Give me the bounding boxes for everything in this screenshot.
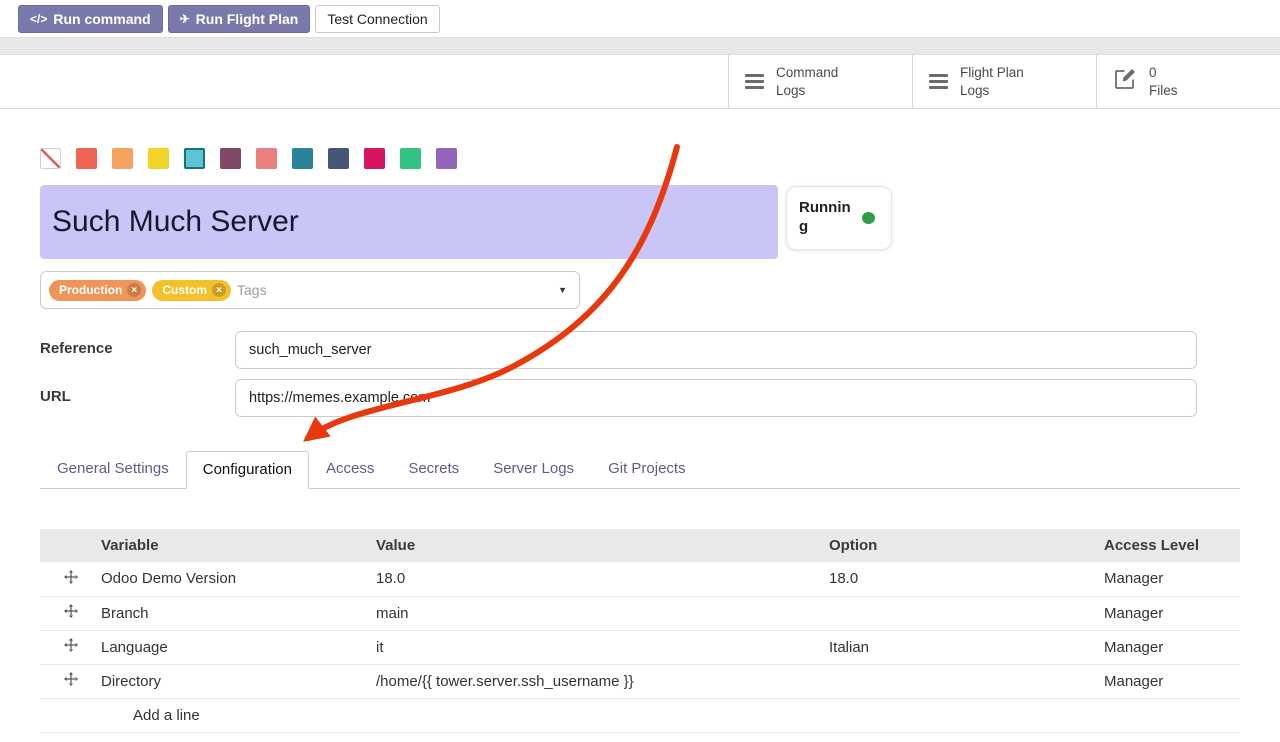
- drag-handle-icon[interactable]: [40, 596, 93, 630]
- color-swatch-red[interactable]: [76, 148, 97, 169]
- cell-value: it: [368, 630, 821, 664]
- color-picker: [40, 148, 1240, 169]
- status-card[interactable]: Running: [786, 186, 892, 250]
- cell-variable: Odoo Demo Version: [93, 562, 368, 596]
- color-swatch-cyan-selected[interactable]: [184, 148, 205, 169]
- tag-custom-label: Custom: [162, 283, 207, 297]
- plane-icon: ✈: [180, 12, 190, 26]
- column-header-value: Value: [368, 529, 821, 562]
- variables-table: Variable Value Option Access Level Odoo …: [40, 529, 1240, 733]
- code-icon: </>: [30, 12, 47, 26]
- run-command-label: Run command: [53, 11, 150, 27]
- remove-tag-icon[interactable]: ×: [127, 283, 141, 297]
- url-input[interactable]: https://memes.example.com: [235, 379, 1197, 417]
- tag-production-label: Production: [59, 283, 122, 297]
- cell-option: [821, 596, 1096, 630]
- flight-plan-logs-label: Flight Plan Logs: [960, 64, 1024, 99]
- title-row: Such Much Server Running: [40, 185, 1240, 259]
- color-swatch-purple[interactable]: [436, 148, 457, 169]
- color-swatch-salmon[interactable]: [256, 148, 277, 169]
- run-flight-plan-button[interactable]: ✈ Run Flight Plan: [168, 5, 311, 33]
- column-header-variable: Variable: [93, 529, 368, 562]
- cell-value: 18.0: [368, 562, 821, 596]
- stat-button-files[interactable]: 0 Files: [1096, 55, 1280, 108]
- files-label: 0 Files: [1149, 64, 1178, 99]
- column-header-option: Option: [821, 529, 1096, 562]
- run-flight-plan-label: Run Flight Plan: [196, 11, 299, 27]
- url-row: URL https://memes.example.com: [40, 379, 1240, 417]
- tab-bar: General Settings Configuration Access Se…: [40, 451, 1240, 489]
- reference-row: Reference such_much_server: [40, 331, 1240, 369]
- cell-option: 18.0: [821, 562, 1096, 596]
- cell-value: /home/{{ tower.server.ssh_username }}: [368, 664, 821, 698]
- command-logs-label: Command Logs: [776, 64, 838, 99]
- handle-column-header: [40, 529, 93, 562]
- cell-option: [821, 664, 1096, 698]
- table-row[interactable]: Branch main Manager: [40, 596, 1240, 630]
- cell-variable: Language: [93, 630, 368, 664]
- stat-button-command-logs[interactable]: Command Logs: [728, 55, 912, 108]
- tags-placeholder: Tags: [237, 282, 552, 298]
- test-connection-button[interactable]: Test Connection: [315, 5, 439, 33]
- add-line-row: Add a line: [40, 698, 1240, 732]
- page: </> Run command ✈ Run Flight Plan Test C…: [0, 0, 1280, 733]
- tab-git-projects[interactable]: Git Projects: [591, 450, 703, 488]
- cell-option: Italian: [821, 630, 1096, 664]
- cell-variable: Branch: [93, 596, 368, 630]
- edit-icon: [1113, 67, 1137, 96]
- color-swatch-yellow[interactable]: [148, 148, 169, 169]
- chevron-down-icon[interactable]: ▼: [558, 285, 567, 295]
- drag-handle-icon[interactable]: [40, 562, 93, 596]
- tab-access[interactable]: Access: [309, 450, 391, 488]
- stat-button-flight-plan-logs[interactable]: Flight Plan Logs: [912, 55, 1096, 108]
- toolbar-separator: [0, 37, 1280, 55]
- tag-custom[interactable]: Custom ×: [152, 280, 231, 301]
- tags-field[interactable]: Production × Custom × Tags ▼: [40, 271, 580, 309]
- add-a-line-link[interactable]: Add a line: [93, 698, 1240, 732]
- color-swatch-orange[interactable]: [112, 148, 133, 169]
- list-icon: [745, 71, 764, 92]
- cell-access-level: Manager: [1096, 664, 1240, 698]
- top-toolbar: </> Run command ✈ Run Flight Plan Test C…: [0, 0, 1280, 37]
- color-swatch-green[interactable]: [400, 148, 421, 169]
- color-swatch-teal[interactable]: [292, 148, 313, 169]
- server-name-input[interactable]: Such Much Server: [40, 185, 778, 259]
- column-header-access-level: Access Level: [1096, 529, 1240, 562]
- cell-access-level: Manager: [1096, 596, 1240, 630]
- color-swatch-dark-blue[interactable]: [328, 148, 349, 169]
- table-header-row: Variable Value Option Access Level: [40, 529, 1240, 562]
- tab-general-settings[interactable]: General Settings: [40, 450, 186, 488]
- cell-access-level: Manager: [1096, 630, 1240, 664]
- url-label: URL: [40, 379, 235, 417]
- tab-server-logs[interactable]: Server Logs: [476, 450, 591, 488]
- status-running-dot: [862, 212, 875, 224]
- run-command-button[interactable]: </> Run command: [18, 5, 163, 33]
- test-connection-label: Test Connection: [327, 11, 427, 27]
- form-content: Such Much Server Running Production × Cu…: [0, 148, 1280, 733]
- list-icon: [929, 71, 948, 92]
- tab-secrets[interactable]: Secrets: [391, 450, 476, 488]
- remove-tag-icon[interactable]: ×: [212, 283, 226, 297]
- color-swatch-fuchsia[interactable]: [364, 148, 385, 169]
- color-swatch-none[interactable]: [40, 148, 61, 169]
- drag-handle-icon[interactable]: [40, 664, 93, 698]
- table-row[interactable]: Language it Italian Manager: [40, 630, 1240, 664]
- tag-production[interactable]: Production ×: [49, 280, 146, 301]
- header-band: Command Logs Flight Plan Logs 0 Files: [0, 55, 1280, 109]
- tab-configuration[interactable]: Configuration: [186, 451, 309, 489]
- reference-label: Reference: [40, 331, 235, 369]
- table-row[interactable]: Odoo Demo Version 18.0 18.0 Manager: [40, 562, 1240, 596]
- cell-access-level: Manager: [1096, 562, 1240, 596]
- drag-handle-icon[interactable]: [40, 630, 93, 664]
- reference-input[interactable]: such_much_server: [235, 331, 1197, 369]
- cell-value: main: [368, 596, 821, 630]
- table-row[interactable]: Directory /home/{{ tower.server.ssh_user…: [40, 664, 1240, 698]
- status-label: Running: [799, 199, 853, 237]
- color-swatch-dark-purple[interactable]: [220, 148, 241, 169]
- cell-variable: Directory: [93, 664, 368, 698]
